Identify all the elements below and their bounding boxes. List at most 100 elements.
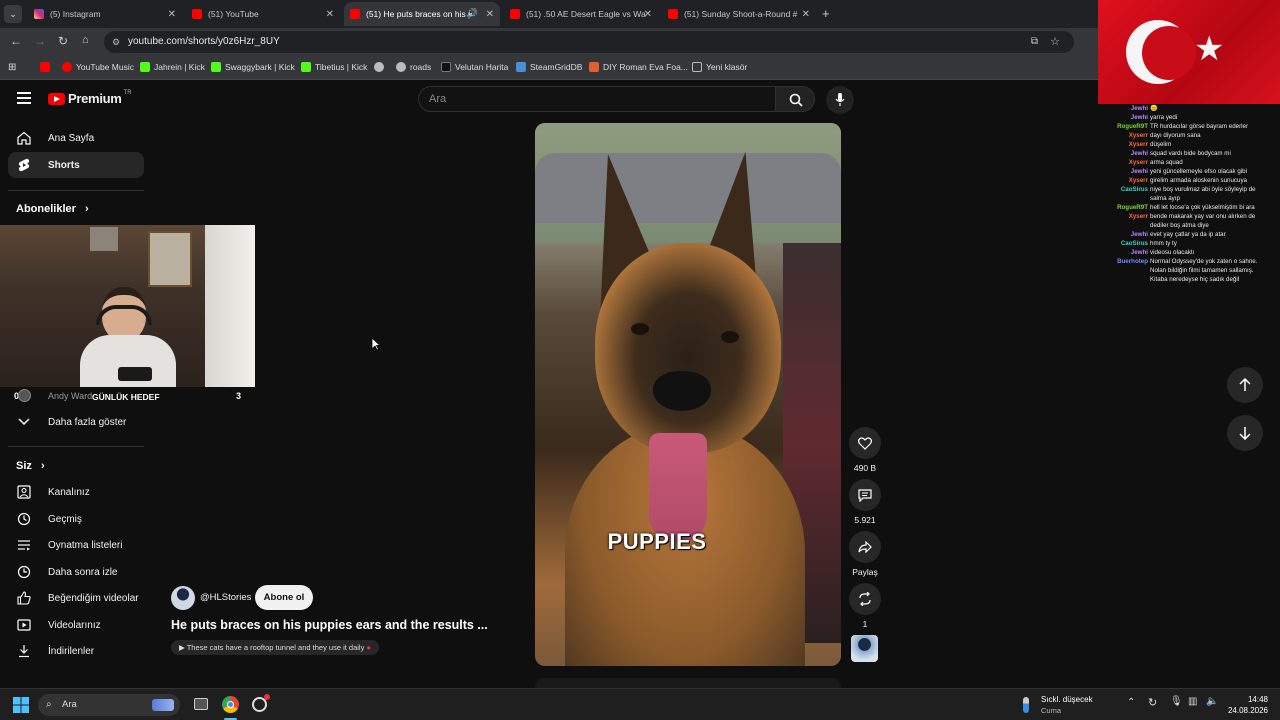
- sync-icon[interactable]: ↻: [1148, 696, 1157, 709]
- forward-icon[interactable]: →: [34, 34, 46, 48]
- short-video-player[interactable]: PUPPIES: [535, 123, 841, 666]
- bookmark-swaggybark[interactable]: Swaggybark | Kick: [211, 62, 295, 72]
- previous-short-button[interactable]: [1227, 367, 1263, 403]
- subscriptions-heading[interactable]: Abonelikler ›: [16, 203, 89, 215]
- chat-username[interactable]: Xyserr: [1090, 158, 1148, 167]
- chat-username[interactable]: Jewhi: [1090, 230, 1148, 239]
- bookmark-roads[interactable]: roads: [396, 62, 431, 72]
- chat-username[interactable]: Jewhi: [1090, 248, 1148, 257]
- subscription-channel-row[interactable]: 0 Andy Ward GÜNLÜK HEDEF 3: [0, 387, 255, 405]
- tab-desert-eagle[interactable]: (51) .50 AE Desert Eagle vs Wat ✕: [504, 2, 658, 26]
- bookmark-steamgriddb[interactable]: SteamGridDB: [516, 62, 582, 72]
- tab-instagram[interactable]: (5) Instagram ✕: [28, 2, 182, 26]
- show-more-button[interactable]: Daha fazla göster: [8, 409, 144, 435]
- clock-time[interactable]: 14:48: [1228, 695, 1268, 704]
- chat-username[interactable]: Buerhotep: [1090, 257, 1148, 266]
- bookmark-star-icon[interactable]: ☆: [1050, 31, 1060, 53]
- windows-start-icon[interactable]: [13, 697, 29, 713]
- headphones: [96, 305, 152, 325]
- comments-button[interactable]: [849, 479, 881, 511]
- video-caption: PUPPIES: [607, 529, 707, 554]
- chat-username[interactable]: CaoSirus: [1090, 185, 1148, 194]
- microphone-icon[interactable]: 🎙: [1170, 696, 1183, 707]
- chat-username[interactable]: RogueR9T: [1090, 122, 1148, 131]
- next-short-button[interactable]: [1227, 415, 1263, 451]
- sidebar-item-downloads[interactable]: İndirilenler: [8, 638, 144, 664]
- chat-username[interactable]: Xyserr: [1090, 140, 1148, 149]
- close-icon[interactable]: ✕: [486, 9, 494, 20]
- sidebar-item-playlists[interactable]: Oynatma listeleri: [8, 532, 144, 558]
- short-title[interactable]: He puts braces on his puppies ears and t…: [171, 618, 488, 632]
- reload-icon[interactable]: ↻: [58, 34, 68, 48]
- channel-avatar[interactable]: [171, 586, 195, 610]
- voice-search-button[interactable]: [826, 86, 854, 114]
- chevron-up-icon[interactable]: ⌃: [1127, 697, 1135, 708]
- bookmark-youtube-music[interactable]: YouTube Music: [62, 62, 134, 72]
- site-info-icon[interactable]: ⚙: [112, 31, 120, 53]
- youtube-music-icon: [62, 62, 72, 72]
- share-button[interactable]: [849, 531, 881, 563]
- tab-sunday-shoot[interactable]: (51) Sunday Shoot-a-Round # ✕: [662, 2, 816, 26]
- sidebar-item-home[interactable]: Ana Sayfa: [8, 125, 144, 151]
- network-icon[interactable]: ▥: [1188, 696, 1197, 707]
- bookmark-youtube[interactable]: [40, 62, 54, 72]
- close-icon[interactable]: ✕: [644, 9, 652, 20]
- tab-search-button[interactable]: ⌄: [4, 5, 22, 23]
- chat-username[interactable]: Jewhi: [1090, 149, 1148, 158]
- chat-username[interactable]: Xyserr: [1090, 131, 1148, 140]
- bookmark-diy-roman[interactable]: DIY Roman Eva Foa...: [589, 62, 688, 72]
- chat-text: salma ayıp: [1150, 195, 1180, 202]
- sidebar-item-your-channel[interactable]: Kanalınız: [8, 479, 144, 505]
- close-icon[interactable]: ✕: [326, 9, 334, 20]
- sidebar-item-watch-later[interactable]: Daha sonra izle: [8, 559, 144, 585]
- install-icon[interactable]: ⧉: [1031, 31, 1038, 53]
- close-icon[interactable]: ✕: [168, 9, 176, 20]
- chat-message: Jewhi videosu olacaktı: [1090, 248, 1280, 257]
- app-taskbar-icon[interactable]: [252, 694, 270, 712]
- new-tab-button[interactable]: +: [822, 6, 830, 21]
- search-input[interactable]: Ara: [418, 86, 776, 112]
- chat-username[interactable]: Xyserr: [1090, 212, 1148, 221]
- volume-icon[interactable]: 🔈: [1206, 696, 1218, 707]
- sidebar-item-shorts[interactable]: Shorts: [8, 152, 144, 178]
- sound-thumbnail[interactable]: [851, 635, 878, 662]
- chrome-taskbar-icon[interactable]: [222, 696, 239, 713]
- remix-button[interactable]: [849, 583, 881, 615]
- bookmark-velutan[interactable]: Velutan Harita: [441, 62, 508, 72]
- sidebar-item-liked-videos[interactable]: Beğendiğim videolar: [8, 585, 144, 611]
- address-bar[interactable]: ⚙ youtube.com/shorts/y0z6Hzr_8UY ⧉ ☆: [104, 31, 1074, 53]
- tab-youtube[interactable]: (51) YouTube ✕: [186, 2, 340, 26]
- next-short-preview[interactable]: [535, 678, 841, 688]
- weather-title[interactable]: Sıckl. düşecek: [1041, 695, 1093, 704]
- like-button[interactable]: [849, 427, 881, 459]
- close-icon[interactable]: ✕: [802, 9, 810, 20]
- home-icon[interactable]: ⌂: [82, 34, 89, 46]
- apps-icon[interactable]: ⊞: [8, 62, 16, 73]
- task-view-icon[interactable]: [194, 698, 208, 710]
- subscribe-button[interactable]: Abone ol: [255, 585, 313, 610]
- related-video-chip[interactable]: ▶ These cats have a rooftop tunnel and t…: [171, 640, 379, 655]
- chat-username[interactable]: Jewhi: [1090, 104, 1148, 113]
- taskbar-search-box[interactable]: ⌕ Ara: [38, 694, 180, 716]
- chat-username[interactable]: CaoSirus: [1090, 239, 1148, 248]
- menu-icon[interactable]: [17, 92, 31, 104]
- chat-username[interactable]: RogueR9T: [1090, 203, 1148, 212]
- window-light: [205, 225, 255, 387]
- sidebar-item-your-videos[interactable]: Videolarınız: [8, 612, 144, 638]
- bookmark-globe[interactable]: [374, 62, 388, 72]
- bookmark-folder[interactable]: Yeni klasör: [692, 62, 747, 72]
- speaker-icon[interactable]: 🔊: [467, 8, 478, 19]
- sidebar-item-history[interactable]: Geçmiş: [8, 506, 144, 532]
- chat-username[interactable]: Jewhi: [1090, 167, 1148, 176]
- chat-username[interactable]: Xyserr: [1090, 176, 1148, 185]
- you-heading[interactable]: Siz ›: [16, 460, 45, 472]
- chat-text: niye boş vurulmaz abi öyle söyleyip de: [1150, 186, 1256, 193]
- channel-name[interactable]: @HLStories: [200, 592, 251, 603]
- bookmark-jahrein[interactable]: Jahrein | Kick: [140, 62, 205, 72]
- tab-current-short[interactable]: (51) He puts braces on his p 🔊 ✕: [344, 2, 500, 26]
- search-button[interactable]: [775, 86, 815, 112]
- chat-username[interactable]: Jewhi: [1090, 113, 1148, 122]
- youtube-premium-logo[interactable]: Premium TR: [48, 90, 132, 106]
- back-icon[interactable]: ←: [10, 34, 22, 48]
- bookmark-tibetius[interactable]: Tibetius | Kick: [301, 62, 367, 72]
